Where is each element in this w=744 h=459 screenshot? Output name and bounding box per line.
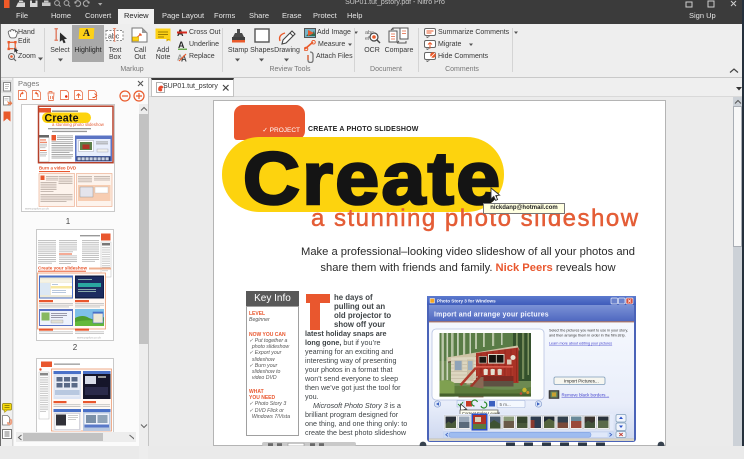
svg-text:Burn a video DVD: Burn a video DVD — [39, 165, 76, 170]
svg-text:abc: abc — [108, 34, 120, 41]
svg-text:Select the pictures you want t: Select the pictures you want to use in y… — [549, 329, 628, 333]
svg-text:Learn more about editing your: Learn more about editing your pictures — [549, 342, 612, 346]
svg-text:Remove black borders...: Remove black borders... — [562, 393, 610, 398]
svg-text:5 m...: 5 m... — [500, 402, 511, 407]
svg-text:Create your slideshow: Create your slideshow — [38, 266, 87, 271]
svg-text:Import Pictures...: Import Pictures... — [564, 379, 599, 384]
svg-text:a stunning photo slideshow: a stunning photo slideshow — [52, 122, 105, 127]
svg-text:and then arrange them in order: and then arrange them in order in the fi… — [549, 334, 626, 338]
svg-text:ef: ef — [365, 36, 370, 42]
svg-text:www.pcplus.co.uk: www.pcplus.co.uk — [77, 336, 101, 340]
svg-text:Import and arrange your pictur: Import and arrange your pictures — [434, 312, 549, 319]
svg-text:www.pcplus.co.uk: www.pcplus.co.uk — [25, 206, 49, 210]
svg-text:Photo Story 3 for Windows: Photo Story 3 for Windows — [437, 298, 496, 303]
